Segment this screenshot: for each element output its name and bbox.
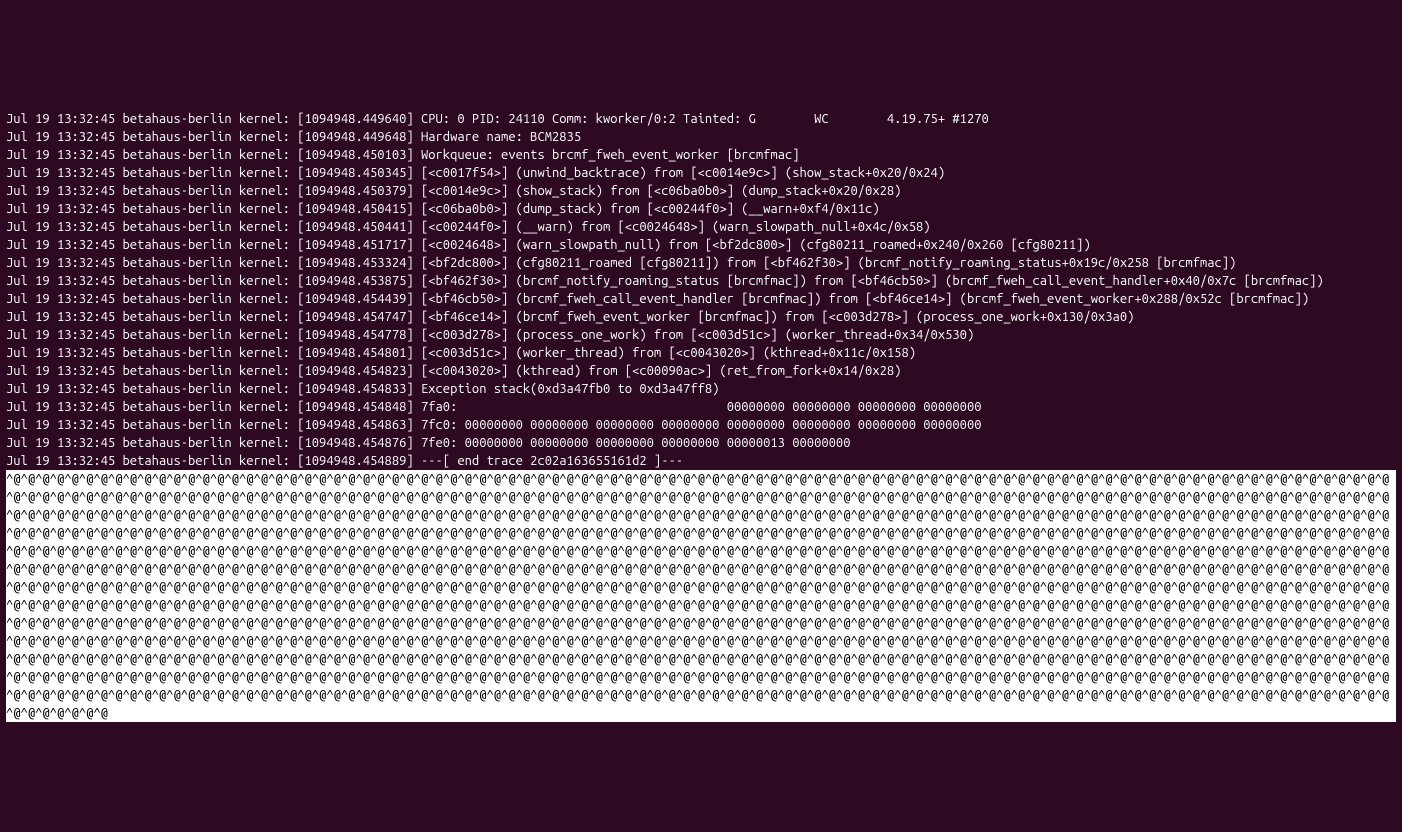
log-line: Jul 19 13:32:45 betahaus-berlin kernel: …	[6, 218, 1396, 236]
log-line: Jul 19 13:32:45 betahaus-berlin kernel: …	[6, 236, 1396, 254]
input-garbage-block: ^@^@^@^@^@^@^@^@^@^@^@^@^@^@^@^@^@^@^@^@…	[6, 470, 1396, 722]
log-line: Jul 19 13:32:45 betahaus-berlin kernel: …	[6, 272, 1396, 290]
log-line: Jul 19 13:32:45 betahaus-berlin kernel: …	[6, 344, 1396, 362]
log-line: Jul 19 13:32:45 betahaus-berlin kernel: …	[6, 254, 1396, 272]
log-line: Jul 19 13:32:45 betahaus-berlin kernel: …	[6, 416, 1396, 434]
log-line: Jul 19 13:32:45 betahaus-berlin kernel: …	[6, 110, 1396, 128]
log-line: Jul 19 13:32:45 betahaus-berlin kernel: …	[6, 146, 1396, 164]
kernel-log-block: Jul 19 13:32:45 betahaus-berlin kernel: …	[6, 110, 1396, 470]
log-line: Jul 19 13:32:45 betahaus-berlin kernel: …	[6, 380, 1396, 398]
log-line: Jul 19 13:32:45 betahaus-berlin kernel: …	[6, 452, 1396, 470]
log-line: Jul 19 13:32:45 betahaus-berlin kernel: …	[6, 164, 1396, 182]
log-line: Jul 19 13:32:45 betahaus-berlin kernel: …	[6, 290, 1396, 308]
log-line: Jul 19 13:32:45 betahaus-berlin kernel: …	[6, 326, 1396, 344]
log-line: Jul 19 13:32:45 betahaus-berlin kernel: …	[6, 128, 1396, 146]
terminal-output[interactable]: Jul 19 13:32:45 betahaus-berlin kernel: …	[0, 72, 1402, 742]
log-line: Jul 19 13:32:45 betahaus-berlin kernel: …	[6, 398, 1396, 416]
log-line: Jul 19 13:32:45 betahaus-berlin kernel: …	[6, 434, 1396, 452]
log-line: Jul 19 13:32:45 betahaus-berlin kernel: …	[6, 362, 1396, 380]
log-line: Jul 19 13:32:45 betahaus-berlin kernel: …	[6, 308, 1396, 326]
log-line: Jul 19 13:32:45 betahaus-berlin kernel: …	[6, 200, 1396, 218]
log-line: Jul 19 13:32:45 betahaus-berlin kernel: …	[6, 182, 1396, 200]
